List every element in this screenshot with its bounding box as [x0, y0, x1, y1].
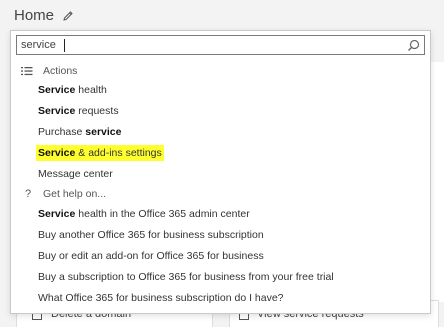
result-text: Message center [38, 168, 113, 180]
help-result-buy-another[interactable]: Buy another Office 365 for business subs… [36, 227, 266, 243]
search-icon[interactable] [407, 39, 420, 52]
result-text: Buy another Office 365 for business subs… [38, 229, 264, 241]
result-text: requests [75, 105, 119, 117]
result-text: & add-ins settings [75, 147, 162, 159]
result-service-health[interactable]: Service health [36, 82, 109, 98]
section-header-help: ? Get help on... [21, 187, 106, 201]
text-caret [64, 39, 65, 52]
result-purchase-service[interactable]: Purchase service [36, 124, 123, 140]
match-text: Service [38, 208, 76, 220]
result-service-addins-settings[interactable]: Service & add-ins settings [36, 145, 164, 161]
help-result-service-health[interactable]: Service health in the Office 365 admin c… [36, 206, 252, 222]
question-icon: ? [24, 188, 32, 200]
search-box[interactable] [16, 35, 425, 55]
match-text: Service [38, 147, 76, 159]
match-text: service [85, 126, 122, 138]
section-header-actions: Actions [21, 64, 77, 78]
result-text: Buy a subscription to Office 365 for bus… [38, 271, 334, 283]
result-text: Purchase [38, 126, 86, 138]
help-result-buy-or-edit-addon[interactable]: Buy or edit an add-on for Office 365 for… [36, 248, 266, 264]
result-text: What Office 365 for business subscriptio… [38, 292, 284, 304]
pencil-icon[interactable] [62, 10, 74, 22]
page-title: Home [14, 7, 55, 24]
result-text: health [75, 84, 107, 96]
match-text: Service [38, 105, 76, 117]
list-icon [21, 65, 35, 77]
help-result-which-subscription[interactable]: What Office 365 for business subscriptio… [36, 290, 286, 306]
match-text: Service [38, 84, 76, 96]
result-text: Buy or edit an add-on for Office 365 for… [38, 250, 264, 262]
search-input[interactable] [21, 37, 391, 53]
section-label: Actions [43, 65, 78, 77]
result-message-center[interactable]: Message center [36, 166, 115, 182]
search-suggestions-panel: Actions Service health Service requests … [10, 30, 431, 314]
section-label: Get help on... [43, 188, 107, 200]
help-result-buy-from-trial[interactable]: Buy a subscription to Office 365 for bus… [36, 269, 336, 285]
result-text: health in the Office 365 admin center [75, 208, 250, 220]
result-service-requests[interactable]: Service requests [36, 103, 121, 119]
background-card-edge [430, 62, 444, 302]
